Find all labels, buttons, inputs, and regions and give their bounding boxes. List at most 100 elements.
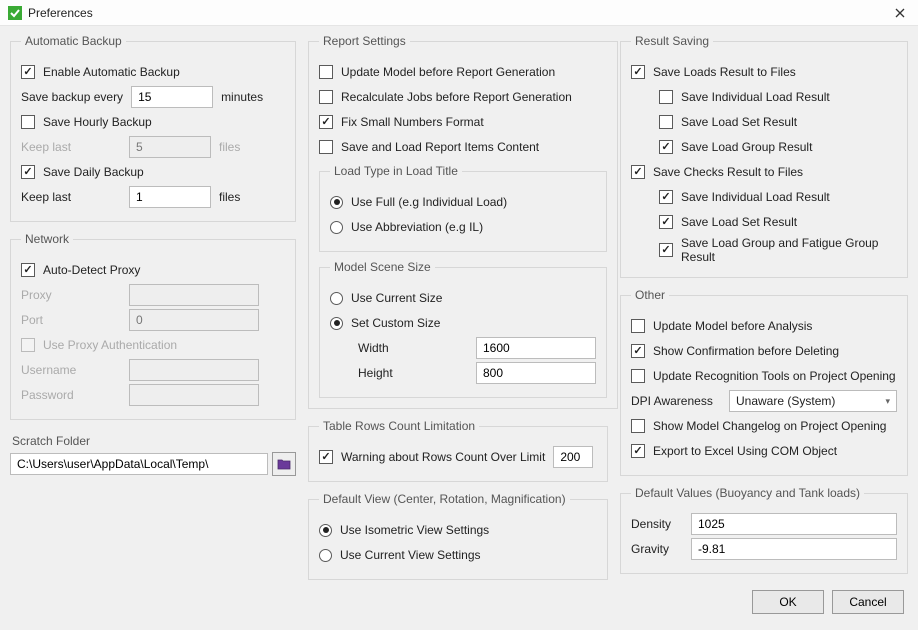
fix-small-numbers-checkbox[interactable] (319, 115, 333, 129)
rows-limit-input[interactable] (553, 446, 593, 468)
update-model-before-report-label: Update Model before Report Generation (341, 65, 555, 79)
port-label: Port (21, 313, 121, 327)
titlebar: Preferences (0, 0, 918, 26)
model-scene-size-group: Model Scene Size Use Current Size Set Cu… (319, 260, 607, 398)
set-custom-size-radio[interactable] (330, 317, 343, 330)
scene-width-input[interactable] (476, 337, 596, 359)
default-view-group: Default View (Center, Rotation, Magnific… (308, 492, 608, 580)
save-loads-result-checkbox[interactable] (631, 65, 645, 79)
scratch-folder-group: Scratch Folder (10, 430, 296, 476)
use-abbrev-label: Use Abbreviation (e.g IL) (351, 220, 483, 234)
scene-height-input[interactable] (476, 362, 596, 384)
save-hourly-backup-label: Save Hourly Backup (43, 115, 152, 129)
password-label: Password (21, 388, 121, 402)
app-icon (8, 6, 22, 20)
fix-small-numbers-label: Fix Small Numbers Format (341, 115, 484, 129)
result-saving-group: Result Saving Save Loads Result to Files… (620, 34, 908, 278)
report-settings-group: Report Settings Update Model before Repo… (308, 34, 618, 409)
scratch-folder-input[interactable] (10, 453, 268, 475)
load-type-legend: Load Type in Load Title (330, 164, 462, 178)
dpi-awareness-label: DPI Awareness (631, 394, 721, 408)
save-individual-load2-checkbox[interactable] (659, 190, 673, 204)
username-input (129, 359, 259, 381)
density-label: Density (631, 517, 683, 531)
save-individual-load-checkbox[interactable] (659, 90, 673, 104)
enable-auto-backup-label: Enable Automatic Backup (43, 65, 180, 79)
other-legend: Other (631, 288, 669, 302)
update-model-before-report-checkbox[interactable] (319, 65, 333, 79)
save-daily-backup-label: Save Daily Backup (43, 165, 144, 179)
use-current-view-radio[interactable] (319, 549, 332, 562)
save-load-group-label: Save Load Group Result (681, 140, 812, 154)
density-input[interactable] (691, 513, 897, 535)
save-daily-backup-checkbox[interactable] (21, 165, 35, 179)
automatic-backup-legend: Automatic Backup (21, 34, 126, 48)
save-load-set2-checkbox[interactable] (659, 215, 673, 229)
update-model-before-analysis-checkbox[interactable] (631, 319, 645, 333)
scene-height-label: Height (358, 366, 468, 380)
window-title: Preferences (28, 6, 93, 20)
browse-folder-button[interactable] (272, 452, 296, 476)
table-rows-group: Table Rows Count Limitation Warning abou… (308, 419, 608, 482)
save-backup-every-label: Save backup every (21, 90, 123, 104)
save-load-group-fatigue-label: Save Load Group and Fatigue Group Result (681, 236, 897, 264)
other-group: Other Update Model before Analysis Show … (620, 288, 908, 476)
save-load-group-fatigue-checkbox[interactable] (659, 243, 673, 257)
dpi-awareness-select[interactable]: Unaware (System) ▾ (729, 390, 897, 412)
dpi-awareness-value: Unaware (System) (736, 394, 835, 408)
save-load-group-checkbox[interactable] (659, 140, 673, 154)
hourly-files-label: files (219, 140, 271, 154)
daily-files-label: files (219, 190, 271, 204)
network-legend: Network (21, 232, 73, 246)
model-scene-size-legend: Model Scene Size (330, 260, 435, 274)
gravity-input[interactable] (691, 538, 897, 560)
recalculate-jobs-checkbox[interactable] (319, 90, 333, 104)
save-load-set-checkbox[interactable] (659, 115, 673, 129)
use-isometric-view-radio[interactable] (319, 524, 332, 537)
default-view-legend: Default View (Center, Rotation, Magnific… (319, 492, 570, 506)
use-isometric-view-label: Use Isometric View Settings (340, 523, 489, 537)
result-saving-legend: Result Saving (631, 34, 713, 48)
use-full-radio[interactable] (330, 196, 343, 209)
show-changelog-checkbox[interactable] (631, 419, 645, 433)
ok-button[interactable]: OK (752, 590, 824, 614)
load-type-group: Load Type in Load Title Use Full (e.g In… (319, 164, 607, 252)
scene-width-label: Width (358, 341, 468, 355)
cancel-button[interactable]: Cancel (832, 590, 904, 614)
recalculate-jobs-label: Recalculate Jobs before Report Generatio… (341, 90, 572, 104)
update-model-before-analysis-label: Update Model before Analysis (653, 319, 812, 333)
rows-warning-label: Warning about Rows Count Over Limit (341, 450, 545, 464)
auto-detect-proxy-label: Auto-Detect Proxy (43, 263, 140, 277)
export-excel-label: Export to Excel Using COM Object (653, 444, 837, 458)
scratch-folder-label: Scratch Folder (12, 434, 296, 448)
rows-warning-checkbox[interactable] (319, 450, 333, 464)
gravity-label: Gravity (631, 542, 683, 556)
use-current-size-radio[interactable] (330, 292, 343, 305)
daily-keep-last-input[interactable] (129, 186, 211, 208)
port-input (129, 309, 259, 331)
save-checks-result-checkbox[interactable] (631, 165, 645, 179)
save-load-set2-label: Save Load Set Result (681, 215, 797, 229)
save-hourly-backup-checkbox[interactable] (21, 115, 35, 129)
proxy-input (129, 284, 259, 306)
auto-detect-proxy-checkbox[interactable] (21, 263, 35, 277)
show-changelog-label: Show Model Changelog on Project Opening (653, 419, 886, 433)
use-proxy-auth-label: Use Proxy Authentication (43, 338, 177, 352)
close-button[interactable] (890, 3, 910, 23)
save-checks-result-label: Save Checks Result to Files (653, 165, 803, 179)
save-individual-load2-label: Save Individual Load Result (681, 190, 830, 204)
default-values-legend: Default Values (Buoyancy and Tank loads) (631, 486, 864, 500)
enable-auto-backup-checkbox[interactable] (21, 65, 35, 79)
username-label: Username (21, 363, 121, 377)
use-abbrev-radio[interactable] (330, 221, 343, 234)
report-settings-legend: Report Settings (319, 34, 410, 48)
use-full-label: Use Full (e.g Individual Load) (351, 195, 507, 209)
export-excel-checkbox[interactable] (631, 444, 645, 458)
save-backup-every-input[interactable] (131, 86, 213, 108)
save-individual-load-label: Save Individual Load Result (681, 90, 830, 104)
show-confirm-delete-checkbox[interactable] (631, 344, 645, 358)
save-load-report-items-checkbox[interactable] (319, 140, 333, 154)
chevron-down-icon: ▾ (885, 396, 890, 407)
daily-keep-last-label: Keep last (21, 190, 121, 204)
update-recognition-checkbox[interactable] (631, 369, 645, 383)
